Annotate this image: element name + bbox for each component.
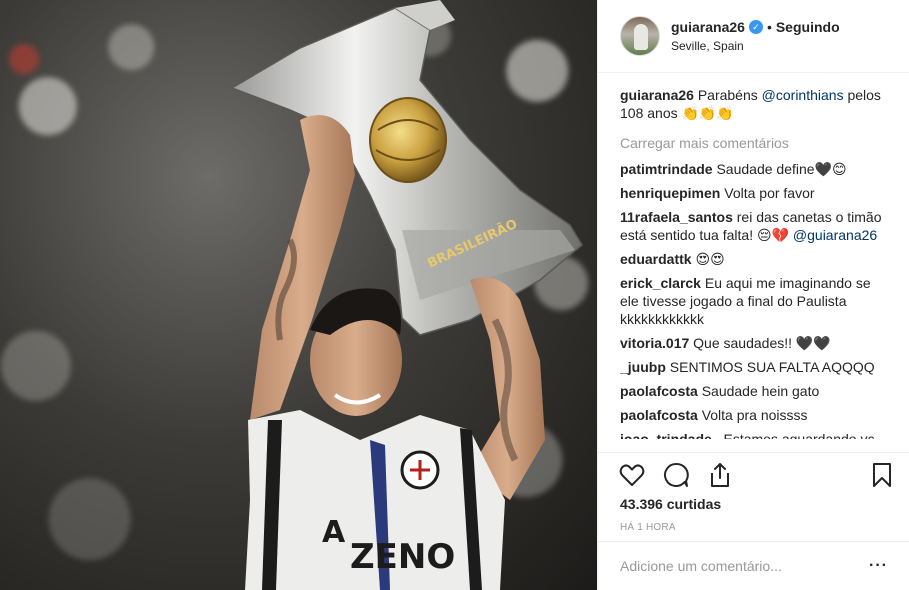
shirt-sponsor: ZENO bbox=[350, 537, 455, 577]
location-link[interactable]: Seville, Spain bbox=[671, 39, 840, 53]
caption-text: Parabéns bbox=[697, 87, 762, 103]
caption: guiarana26 Parabéns @corinthians pelos 1… bbox=[620, 86, 888, 122]
player-head bbox=[310, 288, 402, 416]
comment-text: Saudade define🖤😊 bbox=[716, 161, 847, 177]
more-options-icon[interactable]: ··· bbox=[869, 557, 888, 575]
share-icon[interactable] bbox=[706, 461, 734, 489]
comments-list[interactable]: guiarana26 Parabéns @corinthians pelos 1… bbox=[620, 86, 888, 439]
player-illustration: BRASILEIRÃO A ZENO bbox=[230, 0, 583, 590]
comment-item: henriquepimen Volta por favor bbox=[620, 184, 888, 202]
player-shirt: A ZENO bbox=[245, 410, 505, 590]
comment-item: joao_trindade_ Estamos aguardando vc de … bbox=[620, 430, 888, 439]
caption-mention[interactable]: @corinthians bbox=[762, 87, 844, 103]
comment-item: paolafcosta Volta pra noissss bbox=[620, 406, 888, 424]
comment-username[interactable]: _juubp bbox=[620, 359, 666, 375]
caption-username[interactable]: guiarana26 bbox=[620, 87, 694, 103]
comment-item: 11rafaela_santos rei das canetas o timão… bbox=[620, 208, 888, 244]
comment-text: SENTIMOS SUA FALTA AQQQQ bbox=[669, 359, 875, 375]
author-username[interactable]: guiarana26 bbox=[671, 19, 745, 35]
comment-text: Saudade hein gato bbox=[701, 383, 820, 399]
comment-username[interactable]: vitoria.017 bbox=[620, 335, 689, 351]
comment-username[interactable]: paolafcosta bbox=[620, 383, 698, 399]
comment-item: paolafcosta Saudade hein gato bbox=[620, 382, 888, 400]
comment-icon[interactable] bbox=[662, 461, 690, 489]
comment-text: 😍😍 bbox=[695, 251, 725, 267]
comment-text: Que saudades!! 🖤🖤 bbox=[693, 335, 831, 351]
action-icons bbox=[618, 461, 734, 489]
header-info: guiarana26 ✓ • Seguindo Seville, Spain bbox=[671, 19, 840, 53]
post-header: guiarana26 ✓ • Seguindo Seville, Spain bbox=[598, 0, 909, 73]
bookmark-icon[interactable] bbox=[868, 461, 896, 489]
comment-username[interactable]: erick_clarck bbox=[620, 275, 701, 291]
comment-item: vitoria.017 Que saudades!! 🖤🖤 bbox=[620, 334, 888, 352]
comment-text: Volta por favor bbox=[724, 185, 815, 201]
comment-username[interactable]: patimtrindade bbox=[620, 161, 713, 177]
avatar[interactable] bbox=[620, 16, 660, 56]
comment-item: patimtrindade Saudade define🖤😊 bbox=[620, 160, 888, 178]
header-row: guiarana26 ✓ • Seguindo bbox=[671, 19, 840, 35]
post-photo[interactable]: BRASILEIRÃO A ZENO bbox=[0, 0, 597, 590]
post-side-panel: guiarana26 ✓ • Seguindo Seville, Spain g… bbox=[597, 0, 909, 590]
add-comment-bar: Adicione um comentário... ··· bbox=[598, 541, 909, 590]
comment-username[interactable]: henriquepimen bbox=[620, 185, 720, 201]
comment-username[interactable]: 11rafaela_santos bbox=[620, 209, 733, 225]
separator-dot: • bbox=[766, 19, 772, 35]
instagram-post: BRASILEIRÃO A ZENO guiarana26 ✓ • Seguin… bbox=[0, 0, 909, 590]
likes-count[interactable]: 43.396 curtidas bbox=[620, 496, 721, 512]
post-timestamp[interactable]: HÁ 1 HORA bbox=[620, 522, 676, 533]
comment-username[interactable]: paolafcosta bbox=[620, 407, 698, 423]
add-comment-input[interactable]: Adicione um comentário... bbox=[620, 558, 782, 574]
comment-item: eduardattk 😍😍 bbox=[620, 250, 888, 268]
verified-icon: ✓ bbox=[748, 20, 763, 34]
comment-mention[interactable]: @guiarana26 bbox=[793, 227, 877, 243]
comment-item: _juubp SENTIMOS SUA FALTA AQQQQ bbox=[620, 358, 888, 376]
comment-text: Volta pra noissss bbox=[701, 407, 808, 423]
comment-username[interactable]: eduardattk bbox=[620, 251, 692, 267]
shirt-sponsor-prefix: A bbox=[322, 515, 346, 550]
load-more-comments-button[interactable]: Carregar mais comentários bbox=[620, 134, 888, 152]
comment-item: erick_clarck Eu aqui me imaginando se el… bbox=[620, 274, 888, 328]
heart-icon[interactable] bbox=[618, 461, 646, 489]
follow-status-button[interactable]: Seguindo bbox=[776, 19, 840, 35]
comment-username[interactable]: joao_trindade_ bbox=[620, 431, 720, 439]
